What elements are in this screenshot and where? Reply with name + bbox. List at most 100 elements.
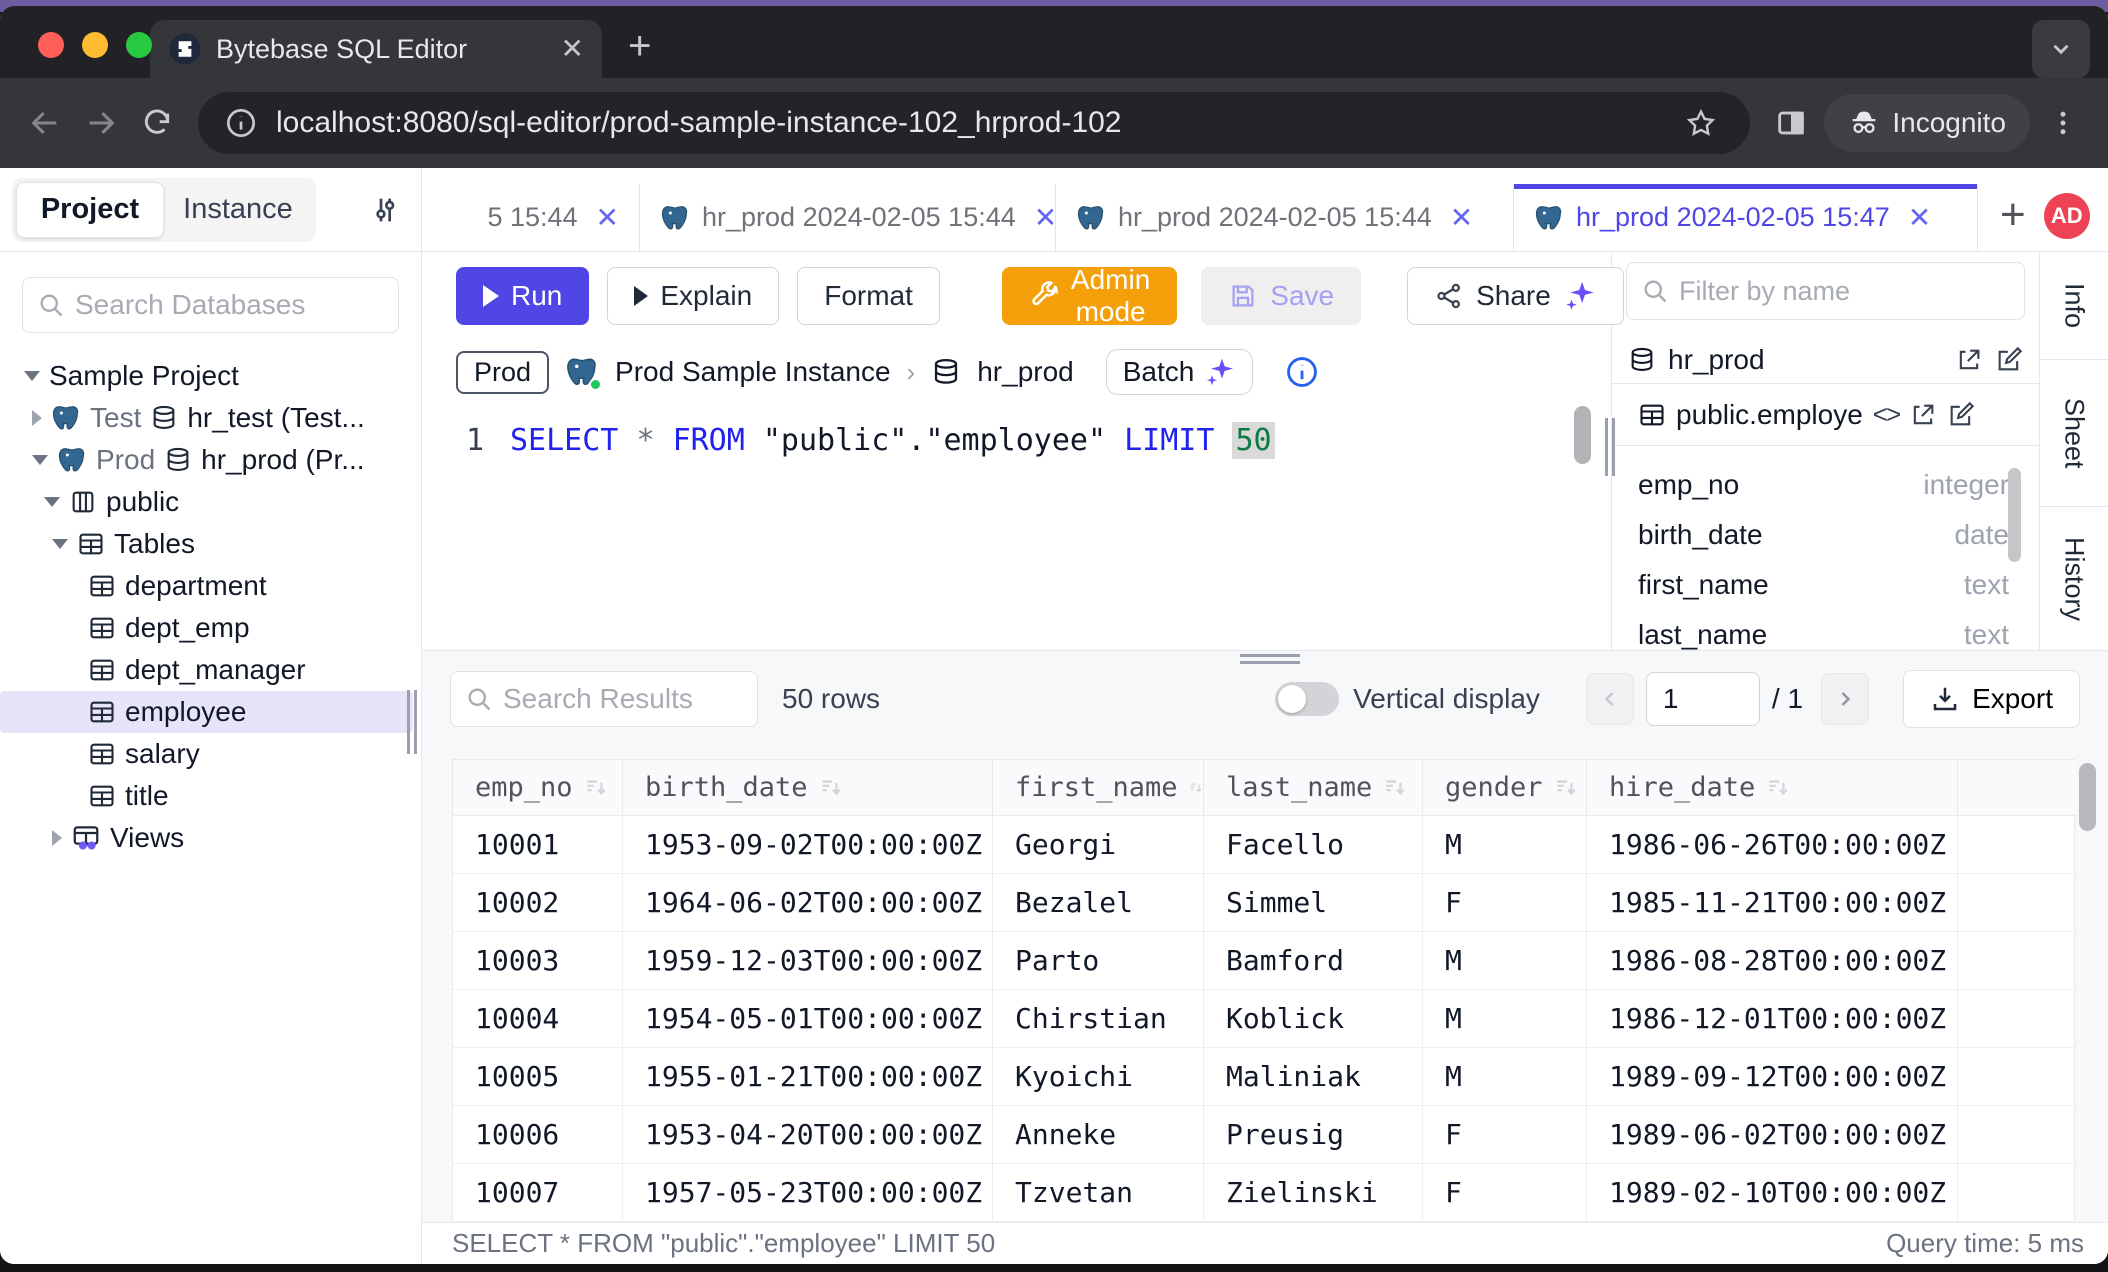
tab-history[interactable]: History <box>2040 507 2108 650</box>
tree-item-tables-group[interactable]: Tables <box>0 523 421 565</box>
tree-item-table[interactable]: title <box>0 775 421 817</box>
close-tab-icon[interactable]: ✕ <box>596 201 619 234</box>
table-cell[interactable]: Preusig <box>1204 1106 1423 1164</box>
close-tab-icon[interactable]: ✕ <box>1908 201 1931 234</box>
close-tab-icon[interactable]: ✕ <box>1034 201 1056 234</box>
table-cell[interactable]: 10007 <box>453 1164 623 1222</box>
close-window-button[interactable] <box>38 32 64 58</box>
table-cell[interactable]: Facello <box>1204 816 1423 874</box>
column-header[interactable]: first_name <box>993 760 1204 816</box>
results-scrollbar[interactable] <box>2079 763 2096 831</box>
page-number-input[interactable] <box>1646 672 1760 726</box>
table-cell[interactable]: 10001 <box>453 816 623 874</box>
table-cell[interactable]: 1964-06-02T00:00:00Z <box>623 874 993 932</box>
format-button[interactable]: Format <box>797 267 940 325</box>
tab-project[interactable]: Project <box>16 182 164 238</box>
address-bar[interactable]: localhost:8080/sql-editor/prod-sample-in… <box>198 92 1750 154</box>
admin-mode-button[interactable]: Admin mode <box>1002 267 1177 325</box>
batch-mode-chip[interactable]: Batch <box>1106 349 1254 395</box>
results-resize-handle[interactable] <box>1240 654 1300 666</box>
share-button[interactable]: Share <box>1407 267 1624 325</box>
table-cell[interactable]: Chirstian <box>993 990 1204 1048</box>
query-tab[interactable]: hr_prod 2024-02-05 15:44 ✕ <box>1056 184 1514 251</box>
column-header[interactable]: gender <box>1423 760 1587 816</box>
edit-icon[interactable] <box>1947 401 1975 429</box>
tree-item-table-employee[interactable]: employee <box>0 691 413 733</box>
external-link-icon[interactable] <box>1909 401 1937 429</box>
view-code-icon[interactable]: <> <box>1873 399 1899 430</box>
query-tab[interactable]: 5 15:44 ✕ <box>422 184 640 251</box>
explain-button[interactable]: Explain <box>607 267 779 325</box>
table-cell[interactable]: 1959-12-03T00:00:00Z <box>623 932 993 990</box>
new-query-tab-button[interactable]: + <box>2000 193 2026 237</box>
tab-search-button[interactable] <box>2032 20 2090 78</box>
table-cell[interactable]: F <box>1423 1106 1587 1164</box>
browser-tab[interactable]: Bytebase SQL Editor ✕ <box>150 20 602 78</box>
table-cell[interactable]: M <box>1423 990 1587 1048</box>
table-cell[interactable]: Anneke <box>993 1106 1204 1164</box>
browser-menu-icon[interactable] <box>2040 100 2086 146</box>
close-tab-icon[interactable]: ✕ <box>1450 201 1473 234</box>
export-button[interactable]: Export <box>1903 670 2080 728</box>
column-header[interactable]: last_name <box>1204 760 1423 816</box>
tree-item-schema-public[interactable]: public <box>0 481 421 523</box>
sidebar-resize-handle[interactable] <box>407 690 419 754</box>
database-name[interactable]: hr_prod <box>977 356 1074 388</box>
back-icon[interactable] <box>22 100 68 146</box>
tree-item-views-group[interactable]: Views <box>0 817 421 859</box>
caret-down-icon[interactable] <box>44 497 60 507</box>
table-cell[interactable]: 10006 <box>453 1106 623 1164</box>
caret-down-icon[interactable] <box>32 455 48 465</box>
environment-chip[interactable]: Prod <box>456 351 549 394</box>
tree-item-table[interactable]: department <box>0 565 421 607</box>
column-row[interactable]: emp_nointeger <box>1638 460 2009 510</box>
column-row[interactable]: birth_datedate <box>1638 510 2009 560</box>
maximize-window-button[interactable] <box>126 32 152 58</box>
next-page-button[interactable] <box>1821 673 1869 725</box>
table-cell[interactable]: 10002 <box>453 874 623 932</box>
table-cell[interactable]: 1986-08-28T00:00:00Z <box>1587 932 1958 990</box>
tree-item-test-db[interactable]: Test hr_test (Test... <box>0 397 421 439</box>
external-link-icon[interactable] <box>1955 346 1983 374</box>
ai-sparkle-icon[interactable] <box>1563 279 1597 313</box>
tree-item-table[interactable]: salary <box>0 733 421 775</box>
table-cell[interactable]: F <box>1423 1164 1587 1222</box>
query-tab[interactable]: hr_prod 2024-02-05 15:44 ✕ <box>640 184 1056 251</box>
vertical-display-toggle[interactable] <box>1275 682 1339 716</box>
table-cell[interactable]: Zielinski <box>1204 1164 1423 1222</box>
bookmark-star-icon[interactable] <box>1678 100 1724 146</box>
table-cell[interactable]: Bamford <box>1204 932 1423 990</box>
table-cell[interactable]: Simmel <box>1204 874 1423 932</box>
run-button[interactable]: Run <box>456 267 589 325</box>
table-cell[interactable]: F <box>1423 874 1587 932</box>
schema-filter-input[interactable] <box>1679 276 2010 307</box>
table-cell[interactable]: 1954-05-01T00:00:00Z <box>623 990 993 1048</box>
column-header[interactable]: hire_date <box>1587 760 1958 816</box>
info-circle-icon[interactable] <box>1285 355 1319 389</box>
table-cell[interactable]: 1989-09-12T00:00:00Z <box>1587 1048 1958 1106</box>
table-cell[interactable]: 1986-12-01T00:00:00Z <box>1587 990 1958 1048</box>
table-cell[interactable]: Tzvetan <box>993 1164 1204 1222</box>
save-button[interactable]: Save <box>1201 267 1361 325</box>
column-header[interactable]: birth_date <box>623 760 993 816</box>
table-cell[interactable]: M <box>1423 932 1587 990</box>
table-cell[interactable]: 10005 <box>453 1048 623 1106</box>
table-cell[interactable]: M <box>1423 1048 1587 1106</box>
column-header[interactable]: emp_no <box>453 760 623 816</box>
new-browser-tab-button[interactable]: + <box>628 26 651 66</box>
table-cell[interactable]: Bezalel <box>993 874 1204 932</box>
table-cell[interactable]: 1955-01-21T00:00:00Z <box>623 1048 993 1106</box>
table-cell[interactable]: 1957-05-23T00:00:00Z <box>623 1164 993 1222</box>
table-cell[interactable]: 1953-09-02T00:00:00Z <box>623 816 993 874</box>
table-cell[interactable]: Georgi <box>993 816 1204 874</box>
caret-down-icon[interactable] <box>52 539 68 549</box>
table-cell[interactable]: 1953-04-20T00:00:00Z <box>623 1106 993 1164</box>
results-search[interactable] <box>450 671 758 727</box>
edit-icon[interactable] <box>1995 346 2023 374</box>
column-row[interactable]: first_nametext <box>1638 560 2009 610</box>
column-row[interactable]: last_nametext <box>1638 610 2009 650</box>
tree-item-table[interactable]: dept_manager <box>0 649 421 691</box>
minimize-window-button[interactable] <box>82 32 108 58</box>
tab-instance[interactable]: Instance <box>164 182 312 238</box>
tree-item-table[interactable]: dept_emp <box>0 607 421 649</box>
